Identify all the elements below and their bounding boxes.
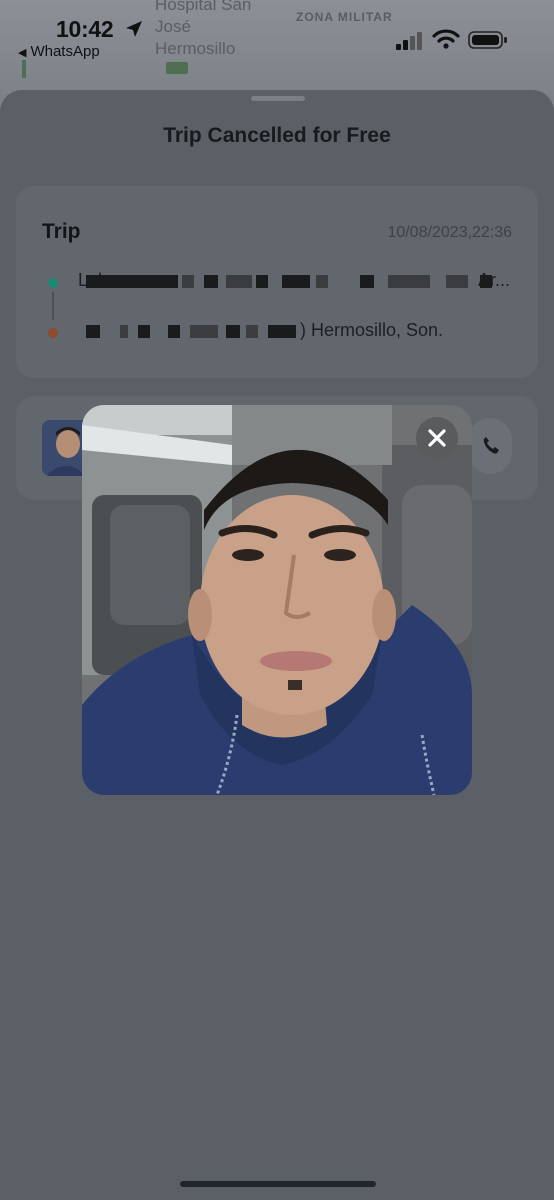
trip-datetime: 10/08/2023,22:36 <box>387 224 512 241</box>
close-icon <box>428 429 446 447</box>
redaction-block <box>138 325 150 338</box>
redaction-block <box>86 325 100 338</box>
dropoff-address: ) Hermosillo, Son. <box>300 320 443 341</box>
back-triangle-icon: ◀ <box>18 47 27 59</box>
location-arrow-icon <box>126 21 142 37</box>
battery-icon <box>468 31 507 49</box>
signal-icon <box>396 30 424 50</box>
wifi-icon <box>432 29 460 49</box>
redaction-block <box>226 325 240 338</box>
sheet-grabber[interactable] <box>251 96 305 101</box>
driver-photo-modal <box>82 405 472 795</box>
redaction-block <box>190 325 218 338</box>
redaction-block <box>446 275 468 288</box>
redaction-block <box>316 275 328 288</box>
redaction-block <box>182 275 194 288</box>
home-indicator[interactable] <box>180 1181 376 1187</box>
close-photo-button[interactable] <box>416 417 458 459</box>
redaction-block <box>388 275 430 288</box>
redaction-block <box>282 275 310 288</box>
driver-photo <box>82 405 472 795</box>
call-driver-button[interactable] <box>468 418 512 474</box>
redaction-block <box>204 275 218 288</box>
redaction-block <box>246 325 258 338</box>
route-connector <box>52 292 54 320</box>
trip-heading: Trip <box>42 220 81 243</box>
redaction-block <box>86 275 178 288</box>
pickup-dot <box>48 278 58 288</box>
redaction-block <box>226 275 252 288</box>
back-to-app-link[interactable]: ◀ WhatsApp <box>18 43 100 60</box>
trip-card: Trip 10/08/2023,22:36 Lab Ar... ) Hermos… <box>16 186 538 378</box>
redaction-block <box>256 275 268 288</box>
redaction-block <box>480 275 492 288</box>
redaction-block <box>120 325 128 338</box>
sheet-title: Trip Cancelled for Free <box>163 124 391 147</box>
back-app-label: WhatsApp <box>30 43 100 60</box>
dropoff-address-suffix: ) Hermosillo, Son. <box>300 320 444 340</box>
phone-icon <box>483 437 499 454</box>
status-time: 10:42 <box>56 16 114 42</box>
status-bar: 10:42 ◀ WhatsApp <box>0 0 554 80</box>
dropoff-dot <box>48 328 58 338</box>
redaction-block <box>168 325 180 338</box>
redaction-block <box>268 325 296 338</box>
redaction-block <box>360 275 374 288</box>
